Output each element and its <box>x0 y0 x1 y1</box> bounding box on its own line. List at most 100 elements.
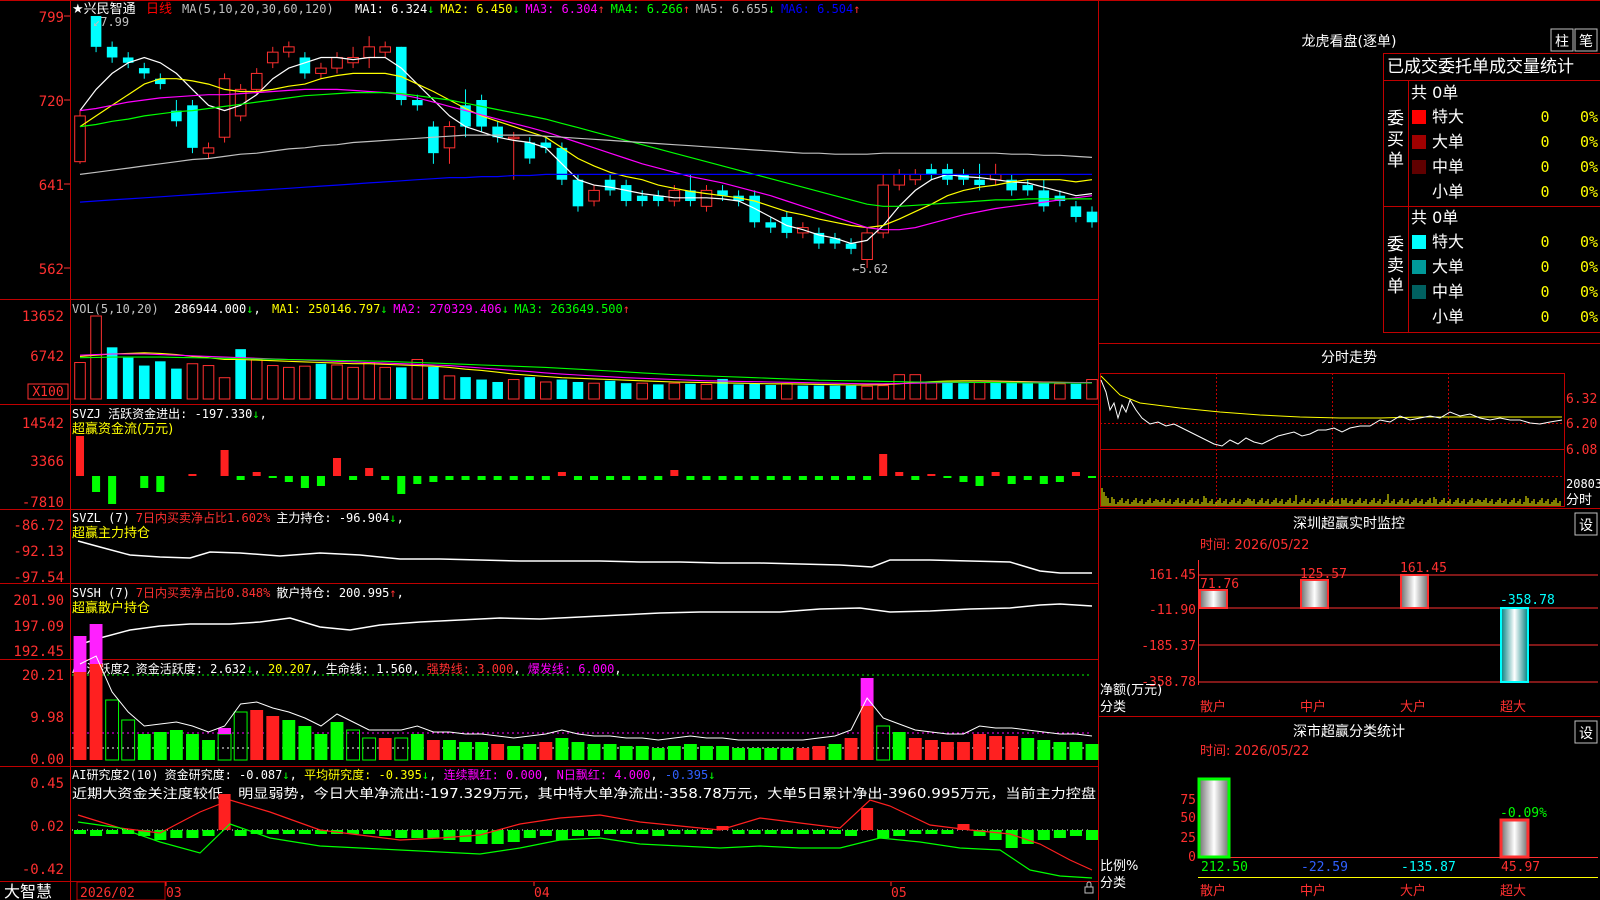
high-marker: ↙7.99 <box>93 15 129 29</box>
ai-research-bar <box>636 830 649 834</box>
svzj-tick: -7810 <box>22 495 64 511</box>
volume-bar <box>893 374 906 400</box>
ai-research-bar <box>154 830 167 840</box>
volume-bar <box>299 365 311 400</box>
tick-view-label: 笔 <box>1579 34 1593 50</box>
volume-bar <box>202 365 215 400</box>
monitor-time: 时间: 2026/05/22 <box>1200 538 1309 553</box>
volume-bar <box>556 379 568 399</box>
sell-row-name: 小单 <box>1432 307 1464 326</box>
ai-research-bar <box>234 830 247 836</box>
ai-active-bar <box>443 740 456 760</box>
ai-active-bar <box>378 738 392 760</box>
svsh-tick: 192.45 <box>13 644 64 660</box>
volume-bar <box>395 367 407 399</box>
ai-research-bar <box>780 830 793 834</box>
ai-research-bar <box>925 830 938 834</box>
svzj-bars <box>75 436 1097 504</box>
candle-body <box>138 68 150 74</box>
ma-line-ma5 <box>79 134 1093 175</box>
volume-bar <box>877 385 889 400</box>
volume-bar <box>331 364 343 400</box>
ai-research-bar <box>170 830 183 838</box>
ai-active-bar <box>89 664 103 760</box>
svzj-bar <box>927 474 936 476</box>
svzj-header: SVZJ 活跃资金进出: -197.330↓, <box>72 406 267 421</box>
volume-bar <box>1038 383 1050 399</box>
vol-legend-item: MA1: 250146.797↓ <box>272 302 388 316</box>
ai-active-bar <box>362 737 377 761</box>
svzj-bar <box>814 476 823 480</box>
volume-bar <box>652 384 664 399</box>
candle-body <box>572 179 584 207</box>
ai-research-header: AI研究度2(10) <box>72 767 159 782</box>
volume-bar <box>460 377 471 399</box>
ai-research-bar <box>764 830 777 834</box>
ai-active-bar <box>908 738 922 760</box>
volume-bar <box>733 384 744 399</box>
brand-label: 大智慧 <box>4 882 52 900</box>
candle-body <box>893 173 906 186</box>
volume-bar <box>700 383 713 400</box>
ai-active-bar <box>700 746 713 760</box>
buy-row-swatch <box>1412 135 1426 149</box>
candle-body <box>845 243 857 249</box>
svzj-bar <box>750 476 759 480</box>
ai-research-bar <box>604 830 617 834</box>
svzj-tick: 3366 <box>30 454 64 470</box>
ai-active-bar <box>233 711 248 761</box>
svzj-bar <box>333 458 342 476</box>
ai-research-v3: 连续飘红: 0.000 <box>444 767 543 782</box>
ai-active-bar-top <box>73 636 87 672</box>
monitor-category: 散户 <box>1200 699 1226 715</box>
svzj-bar <box>1087 476 1097 478</box>
class-bar-retail <box>1197 777 1231 859</box>
svzj-bar <box>252 472 261 476</box>
class-tick: 75 <box>1180 793 1196 808</box>
volume-bar <box>780 383 793 400</box>
monitor-settings-label: 设 <box>1579 518 1593 534</box>
monitor-xlabel: 分类 <box>1100 700 1126 715</box>
svzj-bar <box>268 476 277 478</box>
sell-row-pct: 0% <box>1580 283 1598 301</box>
ai-active-bar <box>426 740 440 760</box>
class-value-retail: 212.50 <box>1201 860 1248 875</box>
svsh-header-line: SVSH (7) 7日内买卖净占比0.848% 散户持仓: 200.995↑, <box>72 585 404 600</box>
volume-bar <box>122 357 134 399</box>
period-label[interactable]: 日线 <box>146 2 172 17</box>
ai-active-bar <box>555 738 569 760</box>
svzj-bar <box>847 476 856 480</box>
fenshi-volume-bars <box>1101 488 1561 506</box>
svzj-bar <box>686 476 695 480</box>
svzj-bar <box>300 476 309 488</box>
monitor-tick: 161.45 <box>1149 568 1196 583</box>
dragon-panel: 龙虎看盘(逐单) 柱 笔 已成交委托单成交量统计 委买单 委卖单 共 0单 共 … <box>1302 28 1600 333</box>
candle-body <box>604 179 616 191</box>
ai-research-bar <box>1005 830 1018 848</box>
svzj-bar <box>140 476 149 488</box>
svzj-bar <box>1023 476 1032 480</box>
ai-research-bar <box>491 830 504 844</box>
monitor-value-mid: 125.57 <box>1300 567 1347 582</box>
svsh-ratio: 7日内买卖净占比0.848% <box>136 585 271 600</box>
ai-active-v3: 生命线: 1.560 <box>326 661 413 676</box>
ai-active-bar <box>780 748 794 760</box>
vol-value-num: 286944.000 <box>174 302 246 316</box>
svzl-panel: SVZL (7) 7日内买卖净占比1.602% 主力持仓: -96.904↓, 超赢… <box>13 510 1092 586</box>
svzj-bar <box>220 450 229 476</box>
lock-icon[interactable] <box>1084 881 1094 894</box>
low-marker: ←5.62 <box>852 262 888 276</box>
candle-body <box>507 136 520 140</box>
svzj-bar <box>92 476 101 492</box>
svzj-bar <box>75 436 85 476</box>
ai-research-bar <box>989 830 1002 840</box>
fenshi-vol-label: 分时 <box>1566 493 1592 508</box>
ai-research-bar <box>186 830 199 838</box>
candle-body <box>1070 206 1082 217</box>
low-label: 5.62 <box>859 262 888 276</box>
ai-research-header-line: AI研究度2(10) 资金研究度: -0.087↓, 平均研究度: -0.395↓… <box>72 767 715 782</box>
svzj-bar <box>879 454 888 476</box>
ai-research-bar <box>363 830 376 834</box>
date-label: 04 <box>534 886 550 900</box>
vol-legend: MA1: 250146.797↓ MA2: 270329.406↓ MA3: 263… <box>272 302 630 316</box>
